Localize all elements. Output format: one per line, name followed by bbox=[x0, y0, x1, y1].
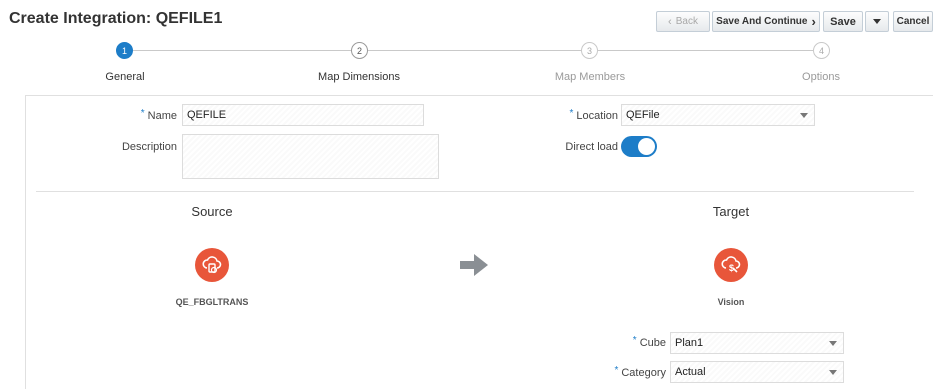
cancel-button-label: Cancel bbox=[896, 16, 930, 27]
category-select[interactable]: Actual bbox=[670, 361, 844, 383]
category-label: * Category bbox=[614, 365, 666, 379]
cube-value: Plan1 bbox=[675, 337, 704, 349]
save-and-continue-button[interactable]: Save And Continue › bbox=[712, 11, 820, 32]
train-step-2[interactable]: 2 bbox=[351, 42, 368, 59]
name-label: * Name bbox=[140, 108, 177, 122]
arrow-right-icon bbox=[460, 254, 488, 276]
train-connector bbox=[368, 50, 581, 51]
name-label-text: Name bbox=[147, 110, 177, 122]
location-select[interactable]: QEFile bbox=[621, 104, 815, 126]
direct-load-label: Direct load bbox=[565, 141, 618, 153]
target-app-name: Vision bbox=[717, 297, 745, 307]
target-heading: Target bbox=[712, 204, 750, 219]
required-marker: * bbox=[569, 108, 574, 119]
page-title: Create Integration: QEFILE1 bbox=[9, 10, 223, 27]
description-textarea[interactable] bbox=[182, 134, 439, 179]
location-label: * Location bbox=[569, 108, 619, 122]
required-marker: * bbox=[140, 108, 145, 119]
direct-load-toggle[interactable] bbox=[621, 136, 657, 157]
train-label-map-dimensions[interactable]: Map Dimensions bbox=[318, 71, 400, 83]
chevron-left-icon: ‹ bbox=[668, 15, 672, 28]
section-divider bbox=[36, 191, 914, 192]
train-step-1[interactable]: 1 bbox=[116, 42, 133, 59]
caret-down-icon bbox=[873, 19, 881, 24]
save-menu-dropdown-button[interactable] bbox=[865, 11, 889, 32]
train-connector bbox=[133, 50, 351, 51]
category-label-text: Category bbox=[621, 367, 666, 379]
cloud-dollar-icon-glyph: $ bbox=[721, 256, 741, 273]
source-heading: Source bbox=[191, 204, 233, 219]
required-marker: * bbox=[614, 365, 619, 376]
train-step-3[interactable]: 3 bbox=[581, 42, 598, 59]
train-step-4[interactable]: 4 bbox=[813, 42, 830, 59]
cube-label-text: Cube bbox=[639, 337, 666, 349]
caret-down-icon bbox=[829, 341, 837, 346]
train-label-map-members[interactable]: Map Members bbox=[555, 71, 625, 83]
caret-down-icon bbox=[829, 370, 837, 375]
chevron-right-icon: › bbox=[811, 14, 816, 29]
caret-down-icon bbox=[800, 113, 808, 118]
cloud-dollar-icon[interactable]: $ bbox=[714, 248, 748, 282]
description-label: Description bbox=[121, 141, 177, 153]
cancel-button[interactable]: Cancel bbox=[893, 11, 933, 32]
save-and-continue-label: Save And Continue bbox=[716, 16, 808, 27]
toggle-knob bbox=[638, 138, 655, 155]
location-value: QEFile bbox=[626, 109, 660, 121]
train-label-options[interactable]: Options bbox=[802, 71, 840, 83]
location-label-text: Location bbox=[576, 110, 618, 122]
name-input[interactable]: QEFILE bbox=[182, 104, 424, 126]
save-button-label: Save bbox=[830, 15, 856, 28]
back-button[interactable]: ‹ Back bbox=[656, 11, 710, 32]
category-value: Actual bbox=[675, 366, 706, 378]
cube-label: * Cube bbox=[632, 335, 666, 349]
source-app-name: QE_FBGLTRANS bbox=[175, 297, 249, 307]
back-button-label: Back bbox=[675, 16, 698, 27]
required-marker: * bbox=[632, 335, 637, 346]
save-button[interactable]: Save bbox=[823, 11, 863, 32]
train-connector bbox=[598, 50, 813, 51]
train-label-general[interactable]: General bbox=[105, 71, 144, 83]
cloud-file-icon[interactable] bbox=[195, 248, 229, 282]
cloud-file-icon-glyph bbox=[202, 256, 222, 274]
cube-select[interactable]: Plan1 bbox=[670, 332, 844, 354]
